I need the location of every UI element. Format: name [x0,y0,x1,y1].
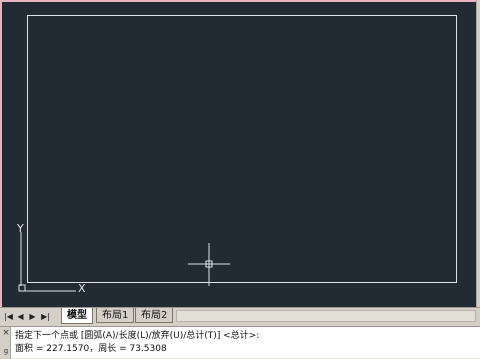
command-prompt-line: 指定下一个点或 [圆弧(A)/长度(L)/放弃(U)/总计(T)] <总计>: [15,331,260,341]
horizontal-scrollbar[interactable] [176,310,476,322]
last-tab-button[interactable]: ▶| [40,311,51,322]
command-output-line[interactable]: 面积 = 227.1570，周长 = 73.5308 [15,343,475,355]
drawing-canvas[interactable]: Y X [0,0,476,307]
tab-layout1[interactable]: 布局1 [96,308,135,323]
close-icon[interactable]: × [2,329,10,338]
tab-model[interactable]: 模型 [61,308,93,324]
ucs-x-label: X [78,282,86,295]
tab-layout2[interactable]: 布局2 [135,308,174,323]
command-window: × g 指定下一个点或 [圆弧(A)/长度(L)/放弃(U)/总计(T)] <总… [0,326,480,359]
layout-tab-bar: |◀ ◀ ▶ ▶| 模型 布局1 布局2 [0,307,480,326]
ucs-y-label: Y [17,222,24,235]
command-window-grip-label: g [3,347,9,355]
prev-tab-button[interactable]: ◀ [15,311,26,322]
vertical-scrollbar[interactable] [476,0,480,307]
cad-application-window: Y X |◀ ◀ ▶ ▶| 模型 布局1 布局2 × g 指定下一个点或 [圆弧… [0,0,480,359]
command-window-grip[interactable]: × g [0,327,11,359]
first-tab-button[interactable]: |◀ [3,311,14,322]
next-tab-button[interactable]: ▶ [27,311,38,322]
